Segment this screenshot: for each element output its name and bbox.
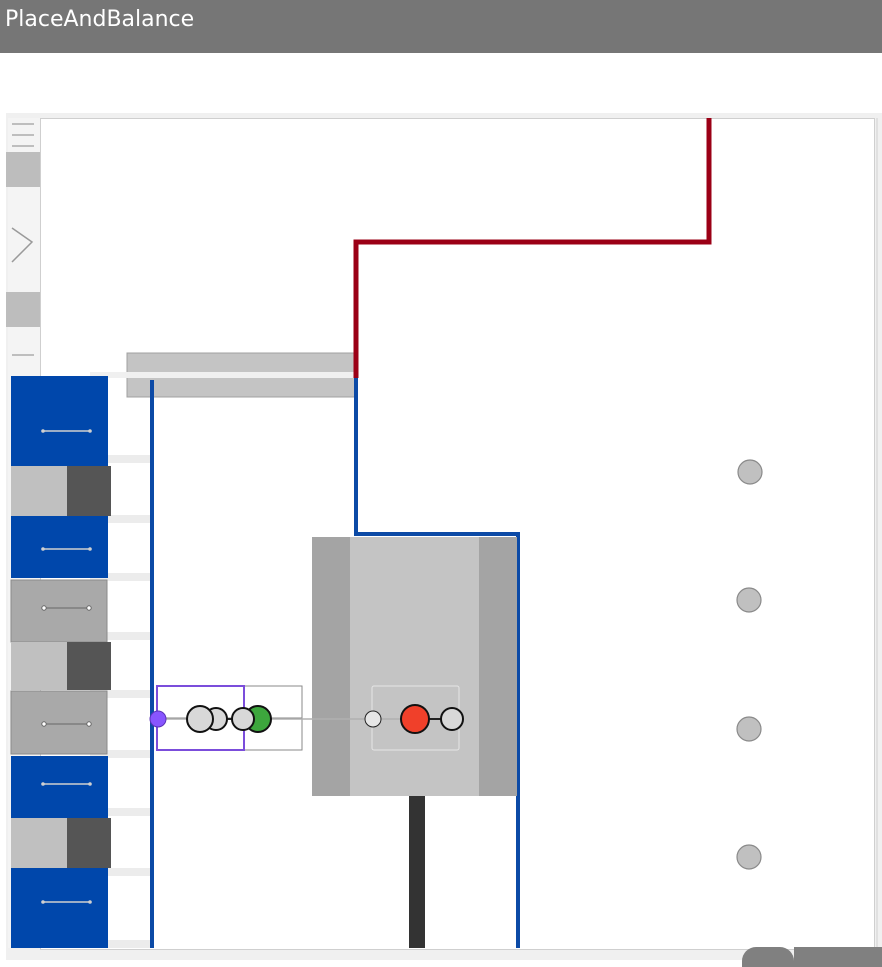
toolbar-button-upper[interactable] [6, 152, 40, 187]
gray-node[interactable] [440, 707, 464, 731]
connector-node[interactable] [364, 710, 382, 728]
scene-layer [6, 118, 878, 948]
red-node[interactable] [400, 704, 430, 734]
gray-node[interactable] [186, 705, 214, 733]
right-markers [736, 459, 763, 870]
marker-point[interactable] [736, 716, 762, 742]
gray-node[interactable] [231, 707, 255, 731]
anchor-node[interactable] [149, 710, 167, 728]
toolbar-button-lower[interactable] [6, 292, 40, 327]
dock-tab[interactable] [794, 947, 846, 967]
gray-split-block[interactable] [11, 466, 111, 516]
support-post [409, 796, 425, 948]
red-wire[interactable] [353, 118, 712, 378]
blue-block[interactable] [11, 868, 108, 948]
blue-block[interactable] [11, 376, 108, 466]
central-panel[interactable] [312, 537, 517, 796]
marker-point[interactable] [737, 459, 763, 485]
gray-link-block[interactable] [10, 690, 108, 755]
left-column [10, 376, 150, 948]
panel-left-side [312, 537, 350, 796]
gray-split-block[interactable] [11, 642, 111, 690]
gray-link-block[interactable] [10, 579, 108, 643]
blue-block[interactable] [11, 516, 108, 578]
dock-tab[interactable] [742, 947, 794, 967]
marker-point[interactable] [736, 587, 762, 613]
dock-tab[interactable] [846, 947, 882, 967]
gray-split-block[interactable] [11, 818, 111, 868]
blue-block[interactable] [11, 756, 108, 818]
panel-right-side [479, 537, 517, 796]
marker-point[interactable] [736, 844, 762, 870]
